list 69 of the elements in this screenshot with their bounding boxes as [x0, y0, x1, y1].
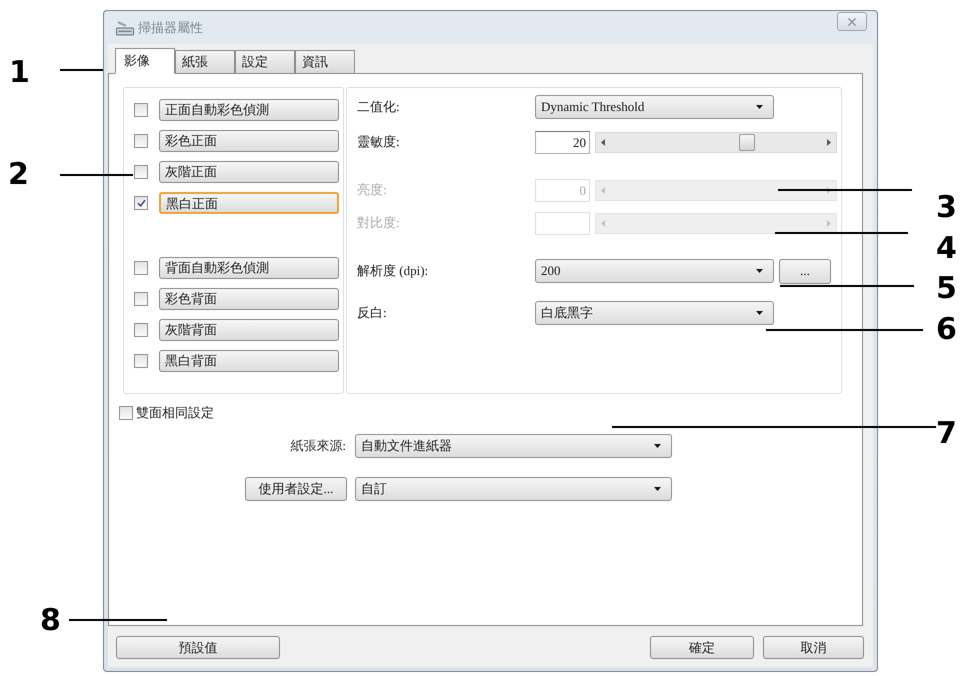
defaults-button[interactable]: 預設值 — [116, 636, 280, 659]
left-arrow-icon — [601, 186, 605, 194]
dropdown[interactable]: 白底黑字 — [535, 301, 774, 325]
checkbox[interactable] — [134, 165, 148, 179]
checkbox-label: 雙面相同設定 — [136, 404, 214, 422]
scan-mode-button[interactable]: 背面自動彩色偵測 — [159, 257, 339, 279]
checkbox[interactable] — [134, 261, 148, 275]
slider-track[interactable] — [595, 132, 837, 152]
scan-mode-button[interactable]: 灰階正面 — [159, 161, 339, 183]
tab[interactable]: 影像 — [115, 48, 175, 74]
checkbox[interactable] — [134, 323, 148, 337]
tick-icon — [136, 199, 146, 207]
checkbox[interactable] — [134, 292, 148, 306]
close-icon — [848, 18, 856, 26]
number-field[interactable] — [535, 212, 590, 234]
close-button[interactable] — [837, 12, 867, 31]
left-arrow-icon — [601, 220, 605, 226]
callout-number: 3 — [936, 193, 957, 223]
scan-mode-button[interactable]: 黑白正面 — [159, 192, 339, 214]
setting-label: 解析度 (dpi): — [357, 262, 430, 280]
more-button[interactable]: ... — [779, 258, 831, 284]
callout-number: 8 — [40, 606, 61, 636]
tab[interactable]: 紙張 — [175, 50, 235, 73]
scan-mode-button[interactable]: 正面自動彩色偵測 — [159, 99, 339, 121]
setting-label: 二值化: — [357, 98, 401, 116]
slider-track[interactable] — [595, 212, 837, 234]
leader-line — [60, 69, 103, 71]
checkbox[interactable] — [134, 134, 148, 148]
dropdown[interactable]: 自動文件進紙器 — [355, 434, 672, 458]
callout-number: 6 — [936, 315, 957, 345]
checkbox[interactable] — [134, 354, 148, 368]
caret-icon — [654, 486, 661, 490]
callout-number: 1 — [9, 58, 30, 88]
scan-mode-button[interactable]: 彩色正面 — [159, 130, 339, 152]
caret-icon — [756, 105, 763, 109]
scan-mode-button[interactable]: 黑白背面 — [159, 350, 339, 372]
right-arrow-icon — [827, 138, 831, 146]
caret-icon — [756, 311, 763, 315]
slider-thumb[interactable] — [738, 134, 755, 150]
checkbox[interactable] — [134, 103, 148, 117]
ok-button[interactable]: 確定 — [650, 636, 754, 659]
slider-track[interactable] — [595, 180, 837, 200]
caret-icon — [756, 269, 763, 273]
window-title: 掃描器屬性 — [138, 18, 203, 37]
scan-mode-button[interactable]: 灰階背面 — [159, 319, 339, 341]
tab[interactable]: 設定 — [235, 50, 295, 73]
cancel-button[interactable]: 取消 — [763, 636, 864, 659]
setting-label: 對比度: — [357, 214, 401, 232]
left-arrow-icon — [601, 138, 605, 146]
user-settings-button[interactable]: 使用者設定... — [245, 476, 347, 500]
checkbox[interactable] — [134, 196, 148, 210]
tab[interactable]: 資訊 — [295, 50, 355, 73]
setting-label: 亮度: — [357, 181, 388, 200]
field-label: 紙張來源: — [289, 436, 346, 455]
setting-label: 反白: — [357, 304, 388, 322]
setting-label: 靈敏度: — [357, 133, 401, 152]
scanner-icon — [116, 20, 134, 36]
dropdown[interactable]: Dynamic Threshold — [535, 95, 774, 119]
caret-icon — [654, 444, 661, 448]
scan-mode-button[interactable]: 彩色背面 — [159, 288, 339, 310]
dropdown[interactable]: 200 — [535, 259, 774, 283]
right-arrow-icon — [827, 220, 831, 226]
checkbox[interactable] — [119, 406, 133, 420]
number-field[interactable]: 20 — [535, 130, 590, 154]
callout-number: 4 — [936, 234, 957, 264]
callout-number: 5 — [936, 274, 957, 304]
dropdown[interactable]: 自訂 — [355, 476, 672, 500]
callout-number: 2 — [8, 160, 29, 190]
callout-number: 7 — [936, 419, 957, 449]
